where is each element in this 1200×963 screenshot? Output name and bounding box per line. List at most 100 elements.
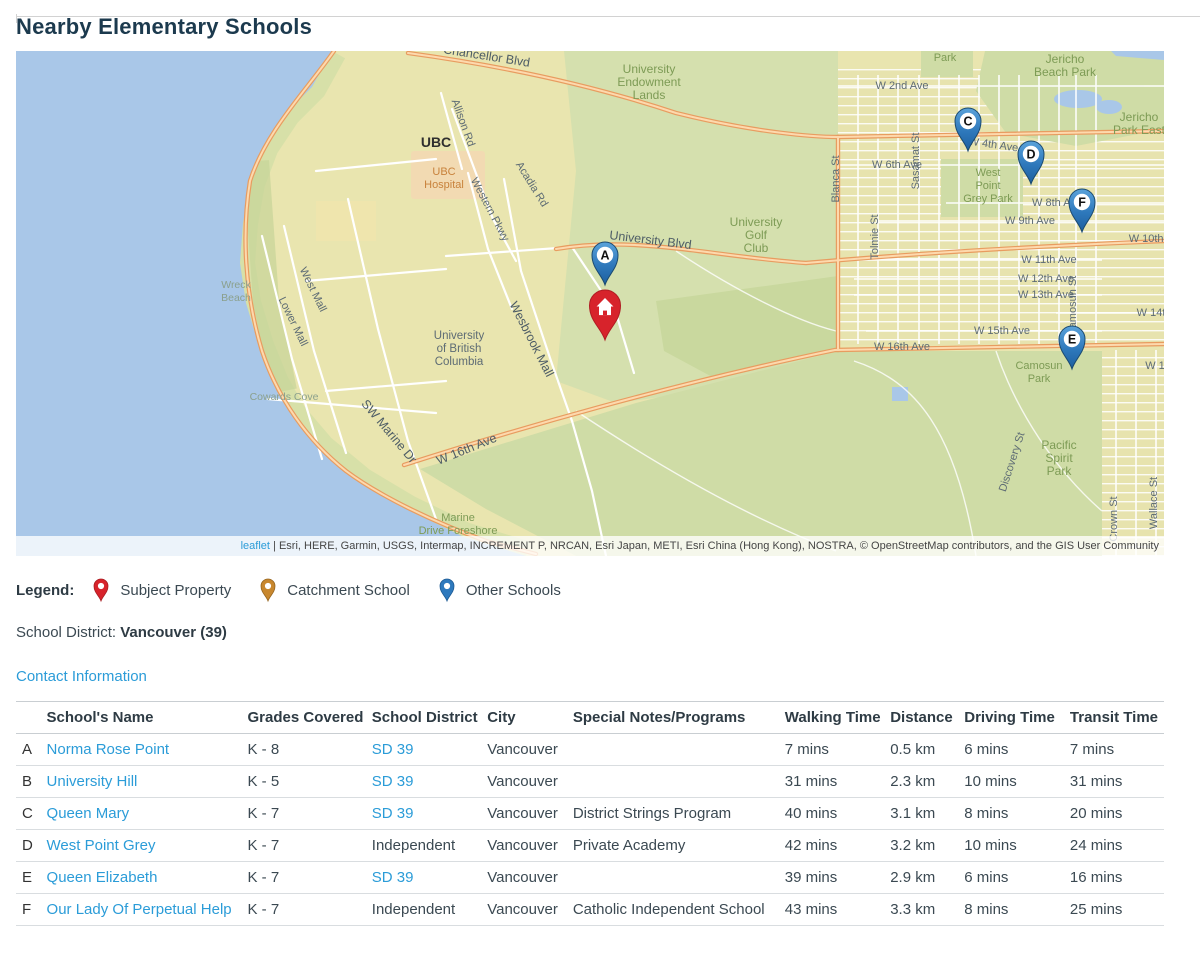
- school-driving-time: 10 mins: [964, 830, 1070, 862]
- svg-text:E: E: [1068, 333, 1076, 347]
- school-city: Vancouver: [487, 862, 573, 894]
- school-walking-time: 7 mins: [785, 734, 890, 766]
- school-row-f: FOur Lady Of Perpetual HelpK - 7Independ…: [16, 894, 1164, 926]
- catchment-school-pin-icon: [259, 577, 277, 603]
- school-walking-time: 39 mins: [785, 862, 890, 894]
- school-name-link[interactable]: West Point Grey: [47, 837, 156, 854]
- schools-map[interactable]: Chancellor BlvdUniversityEndowmentLandsW…: [16, 51, 1164, 556]
- jericho-pond-2: [1096, 100, 1122, 114]
- school-walking-time: 42 mins: [785, 830, 890, 862]
- leaflet-link[interactable]: leaflet: [241, 540, 270, 552]
- column-header-driving-time: Driving Time: [964, 702, 1070, 734]
- map-label: Tolmie St: [869, 214, 881, 259]
- school-grades: K - 7: [248, 830, 372, 862]
- map-svg[interactable]: Chancellor BlvdUniversityEndowmentLandsW…: [16, 51, 1164, 556]
- school-district-link[interactable]: SD 39: [372, 869, 414, 886]
- school-district-link[interactable]: SD 39: [372, 741, 414, 758]
- subject-property-pin-icon: [92, 577, 110, 603]
- school-city: Vancouver: [487, 894, 573, 926]
- school-city: Vancouver: [487, 734, 573, 766]
- map-label: UBC: [421, 134, 451, 150]
- school-name-link[interactable]: Queen Mary: [47, 805, 130, 822]
- map-label: Cowards Cove: [250, 391, 319, 403]
- school-district-text: Independent: [372, 894, 487, 926]
- school-name-link[interactable]: Queen Elizabeth: [47, 869, 158, 886]
- school-notes: Private Academy: [573, 830, 785, 862]
- column-header-distance: Distance: [890, 702, 964, 734]
- school-name-link[interactable]: University Hill: [47, 773, 138, 790]
- column-header-school-s-name: School's Name: [47, 702, 248, 734]
- school-district-text: Independent: [372, 830, 487, 862]
- school-transit-time: 16 mins: [1070, 862, 1164, 894]
- top-divider-tick: [16, 14, 17, 23]
- attribution-text: Esri, HERE, Garmin, USGS, Intermap, INCR…: [279, 540, 1159, 552]
- school-letter: C: [16, 798, 47, 830]
- school-distance: 3.1 km: [890, 798, 964, 830]
- map-label: W 15th Ave: [974, 325, 1030, 337]
- svg-text:C: C: [963, 115, 972, 129]
- map-label: Crown St: [1108, 496, 1120, 541]
- map-legend: Legend: Subject PropertyCatchment School…: [16, 577, 1200, 603]
- school-transit-time: 25 mins: [1070, 894, 1164, 926]
- column-header-walking-time: Walking Time: [785, 702, 890, 734]
- school-row-c: CQueen MaryK - 7SD 39VancouverDistrict S…: [16, 798, 1164, 830]
- attribution-separator: |: [270, 540, 279, 552]
- top-divider: [16, 16, 1200, 17]
- map-label: JerichoPark East: [1113, 110, 1164, 137]
- school-distance: 2.3 km: [890, 766, 964, 798]
- school-distance: 2.9 km: [890, 862, 964, 894]
- school-letter: D: [16, 830, 47, 862]
- page-title: Nearby Elementary Schools: [16, 14, 1200, 40]
- legend-title: Legend:: [16, 582, 74, 599]
- map-label: W 10th A: [1129, 233, 1164, 245]
- school-name-link[interactable]: Our Lady Of Perpetual Help: [47, 901, 232, 918]
- campus-block: [316, 201, 376, 241]
- school-transit-time: 20 mins: [1070, 798, 1164, 830]
- school-driving-time: 6 mins: [964, 862, 1070, 894]
- map-label: Blanca St: [830, 155, 842, 202]
- column-header-special-notes-programs: Special Notes/Programs: [573, 702, 785, 734]
- column-header-grades-covered: Grades Covered: [248, 702, 372, 734]
- school-row-b: BUniversity HillK - 5SD 39Vancouver31 mi…: [16, 766, 1164, 798]
- school-transit-time: 7 mins: [1070, 734, 1164, 766]
- school-city: Vancouver: [487, 766, 573, 798]
- school-letter: A: [16, 734, 47, 766]
- map-label: W 14t: [1137, 307, 1164, 319]
- legend-item-label: Other Schools: [466, 582, 561, 599]
- map-label: Wallace St: [1148, 477, 1160, 529]
- school-grades: K - 8: [248, 734, 372, 766]
- school-grades: K - 7: [248, 862, 372, 894]
- school-walking-time: 43 mins: [785, 894, 890, 926]
- school-grades: K - 7: [248, 798, 372, 830]
- school-notes: [573, 734, 785, 766]
- contact-information-link[interactable]: Contact Information: [16, 668, 147, 685]
- school-district-link[interactable]: SD 39: [372, 773, 414, 790]
- map-label: Park: [934, 52, 957, 64]
- map-label: W 1: [1145, 360, 1164, 372]
- school-city: Vancouver: [487, 830, 573, 862]
- school-notes: [573, 766, 785, 798]
- legend-item-catchment-school: Catchment School: [259, 577, 410, 603]
- column-header-school-district: School District: [372, 702, 487, 734]
- other-schools-pin-icon: [438, 577, 456, 603]
- map-label: WreckBeach: [221, 279, 251, 304]
- school-row-a: ANorma Rose Point K - 8SD 39 Vancouver 7 mi…: [16, 734, 1164, 766]
- school-transit-time: 24 mins: [1070, 830, 1164, 862]
- school-name-link[interactable]: Norma Rose Point: [47, 741, 170, 758]
- column-header-letter: [16, 702, 47, 734]
- school-district-link[interactable]: SD 39: [372, 805, 414, 822]
- map-label: W 9th Ave: [1005, 215, 1055, 227]
- school-letter: E: [16, 862, 47, 894]
- column-header-city: City: [487, 702, 573, 734]
- school-district-label: School District:: [16, 624, 120, 641]
- school-notes: [573, 862, 785, 894]
- school-driving-time: 8 mins: [964, 798, 1070, 830]
- map-label: W 2nd Ave: [876, 80, 929, 92]
- school-grades: K - 5: [248, 766, 372, 798]
- map-label: Sasamat St: [910, 133, 922, 190]
- legend-item-other-schools: Other Schools: [438, 577, 561, 603]
- school-row-d: DWest Point Grey K - 7IndependentVancouve…: [16, 830, 1164, 862]
- svg-text:D: D: [1026, 148, 1035, 162]
- school-walking-time: 40 mins: [785, 798, 890, 830]
- map-attribution: leaflet | Esri, HERE, Garmin, USGS, Inte…: [16, 536, 1164, 556]
